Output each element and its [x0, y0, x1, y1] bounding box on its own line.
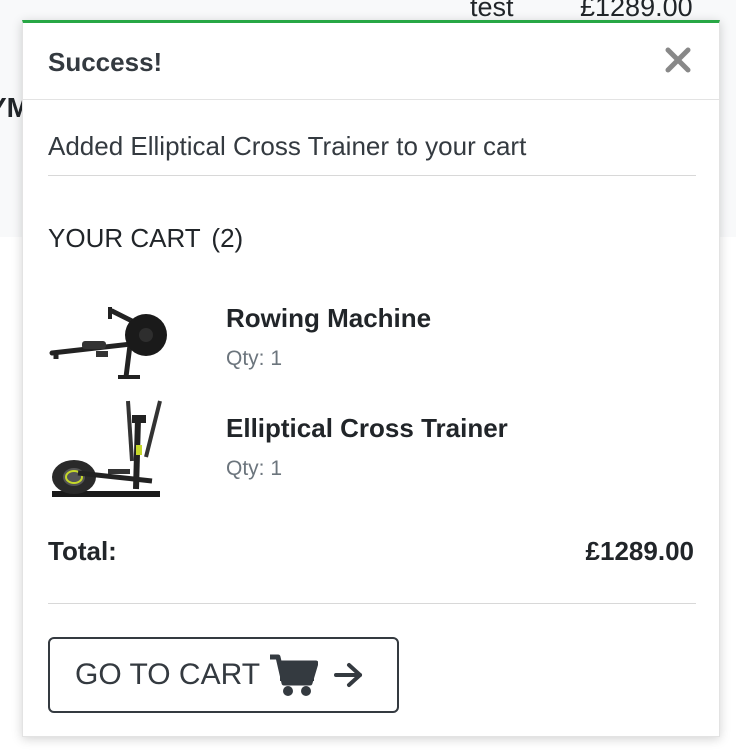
go-to-cart-button[interactable]: GO TO CART: [48, 637, 399, 713]
cart-heading: YOUR CART (2): [48, 223, 243, 254]
divider: [48, 175, 696, 176]
cart-item-qty: Qty: 1: [226, 457, 283, 480]
cart-item[interactable]: Elliptical Cross Trainer Qty: 1: [48, 399, 696, 499]
cart-toast: Success! Added Elliptical Cross Trainer …: [22, 20, 720, 737]
divider: [48, 603, 696, 604]
total-label: Total:: [48, 536, 117, 566]
cart-item-qty: Qty: 1: [226, 347, 283, 370]
shopping-cart-icon: [268, 653, 319, 697]
cart-heading-label: YOUR CART: [48, 223, 201, 253]
toast-title: Success!: [48, 47, 163, 77]
rowing-machine-image: [49, 307, 167, 379]
toast-message: Added Elliptical Cross Trainer to your c…: [48, 131, 527, 161]
arrow-right-icon: [334, 662, 364, 688]
toast-header: Success!: [23, 23, 719, 100]
cart-item[interactable]: Rowing Machine Qty: 1: [48, 301, 696, 401]
cart-count: (2): [211, 223, 244, 253]
close-button[interactable]: [663, 45, 693, 75]
go-to-cart-label: GO TO CART: [75, 658, 261, 691]
cart-item-name: Rowing Machine: [226, 303, 432, 333]
close-icon: [665, 47, 691, 73]
elliptical-trainer-image: [52, 400, 162, 497]
total-value: £1289.00: [585, 536, 694, 566]
brand-logo-fragment: YM: [0, 92, 22, 123]
cart-item-name: Elliptical Cross Trainer: [226, 413, 508, 443]
